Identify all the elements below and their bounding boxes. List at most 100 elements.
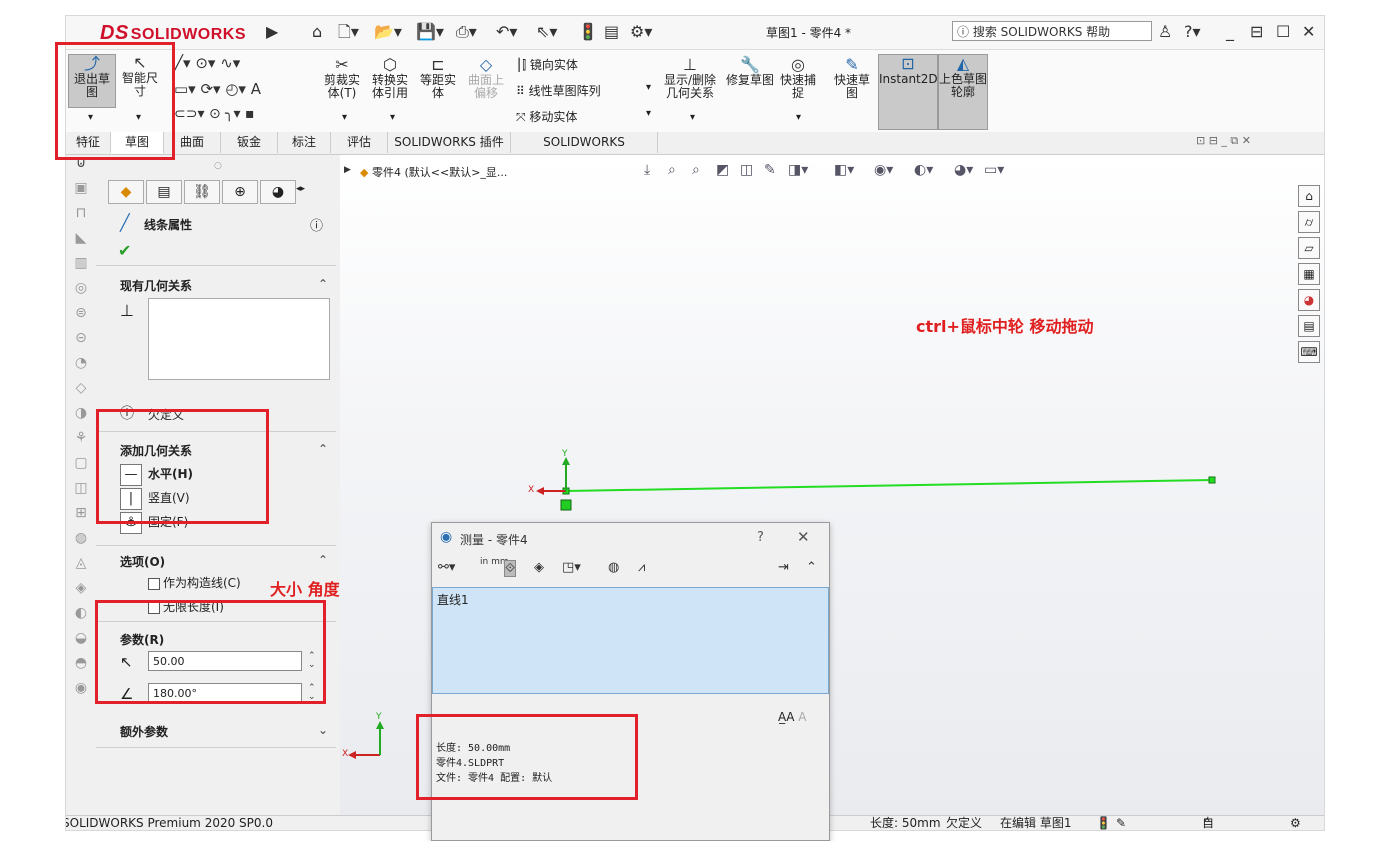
intersect-icon[interactable]: ◓ — [66, 655, 96, 680]
construction-checkbox[interactable]: 作为构造线(C) — [148, 574, 241, 591]
convert-dropdown-icon[interactable]: ▾ — [390, 112, 395, 123]
property-manager-tab-icon[interactable]: ▤ — [146, 180, 182, 204]
mirror-feature-icon[interactable]: ◫ — [66, 480, 96, 505]
panel-help-icon[interactable]: ⓘ — [310, 215, 323, 234]
file-properties-icon[interactable]: ▤ — [604, 22, 619, 42]
units-selector[interactable]: 自定义 ⌃ — [1202, 816, 1214, 830]
dimxpert-tab-icon[interactable]: ⊕ — [222, 180, 258, 204]
instant3d-icon[interactable]: ◈ — [66, 580, 96, 605]
dialog-help-icon[interactable]: ? — [757, 530, 764, 545]
slot-tool-icon[interactable]: ⊂⊃▾ ⊙ ╮▾ ▪ — [174, 106, 255, 122]
wrap-icon[interactable]: ◐ — [66, 605, 96, 630]
extrude-icon[interactable]: ▣ — [66, 180, 96, 205]
convert-entities-button[interactable]: ⬡ 转换实体引用 — [368, 56, 412, 100]
sensor-icon[interactable]: ⩘ — [638, 560, 645, 575]
close-icon[interactable]: ✕ — [1302, 22, 1315, 41]
print-icon[interactable]: ⎙▾ — [456, 22, 477, 42]
dome-icon[interactable]: ◒ — [66, 630, 96, 655]
measure-selection-list[interactable]: 直线1 — [432, 587, 829, 694]
collapse-add-icon[interactable]: ⌃ — [318, 442, 328, 456]
move-dropdown-icon[interactable]: ▾ — [646, 108, 651, 119]
rectangle-tool-icon[interactable]: ▭▾ ⟳▾ ◴▾ A — [174, 80, 261, 98]
measure-history-icon[interactable]: ◍ — [608, 560, 619, 575]
snaps-dropdown-icon[interactable]: ▾ — [796, 112, 801, 123]
save-icon[interactable]: 💾▾ — [416, 22, 444, 42]
move-entities-button[interactable]: ⤧ 移动实体 — [516, 108, 577, 125]
tab-solidworks-inspection[interactable]: SOLIDWORKS Inspection — [511, 132, 658, 170]
existing-relations-list[interactable] — [148, 298, 330, 380]
help-icon[interactable]: ?▾ — [1184, 22, 1201, 41]
chamfer-icon[interactable]: ◇ — [66, 380, 96, 405]
relations-dropdown-icon[interactable]: ▾ — [690, 112, 695, 123]
display-manager-tab-icon[interactable]: ◕ — [260, 180, 296, 204]
repair-sketch-button[interactable]: 🔧 修复草图 — [726, 56, 774, 87]
loft-icon[interactable]: ▥ — [66, 255, 96, 280]
tab-evaluate[interactable]: 评估 — [331, 132, 388, 153]
configuration-manager-tab-icon[interactable]: ⛓ — [184, 180, 220, 204]
restore-icon[interactable]: ⊟ — [1250, 22, 1263, 41]
collapse-options-icon[interactable]: ⌃ — [318, 553, 328, 567]
linear-pattern-button[interactable]: ⠿ 线性草图阵列 — [516, 82, 601, 99]
undo-icon[interactable]: ↶▾ — [496, 22, 517, 42]
help-search-input[interactable]: ⓘ 搜索 SOLIDWORKS 帮助 — [952, 21, 1152, 41]
home-icon[interactable]: ⌂ — [312, 22, 322, 42]
rebuild-status-icon[interactable]: 🚦 — [1096, 816, 1111, 830]
ribbon-pin-icon[interactable]: ⊡ ⊟ _ ⧉ ✕ — [1196, 134, 1251, 148]
rapid-sketch-button[interactable]: ✎ 快速草图 — [830, 56, 874, 100]
revolve-icon[interactable]: ⊓ — [66, 205, 96, 230]
pattern-feature-icon[interactable]: ⊞ — [66, 505, 96, 530]
select-icon[interactable]: ⇖▾ — [536, 22, 557, 42]
collapse-dialog-icon[interactable]: ⌃ — [806, 560, 817, 575]
trim-entities-button[interactable]: ✂ 剪裁实体(T) — [320, 56, 364, 100]
tab-markup[interactable]: 标注 — [278, 132, 331, 153]
display-delete-relations-button[interactable]: ⊥ 显示/删除几何关系 — [662, 56, 718, 100]
shell-icon[interactable]: ▢ — [66, 455, 96, 480]
minimize-icon[interactable]: _ — [1226, 22, 1234, 41]
xyz-delta-icon[interactable]: ⟐ — [504, 560, 517, 577]
open-icon[interactable]: 📂▾ — [374, 22, 402, 42]
expand-menu-icon[interactable]: ▶ — [266, 22, 278, 42]
tab-solidworks-addins[interactable]: SOLIDWORKS 插件 — [388, 132, 511, 153]
sketch-line[interactable] — [565, 479, 1213, 492]
ok-checkmark-icon[interactable]: ✔ — [118, 241, 131, 260]
tab-sheet-metal[interactable]: 钣金 — [221, 132, 278, 153]
line-tool-icon[interactable]: ╱▾ ⊙▾ ∿▾ — [174, 54, 240, 72]
options-gear-icon[interactable]: ⚙▾ — [630, 22, 652, 42]
hole-icon[interactable]: ⊝ — [66, 330, 96, 355]
tab-scroll-arrows-icon[interactable]: ◂▸ — [296, 184, 305, 194]
offset-on-surface-button[interactable]: ◇ 曲面上偏移 — [464, 56, 508, 100]
mirror-entities-button[interactable]: ⎮⫿ 镜向实体 — [516, 56, 578, 73]
draft-icon[interactable]: ⚘ — [66, 430, 96, 455]
instant2d-button[interactable]: ⊡ Instant2D — [878, 54, 938, 130]
cut-icon[interactable]: ⊜ — [66, 305, 96, 330]
new-document-icon[interactable]: 🗋▾ — [338, 22, 359, 42]
split-icon[interactable]: ◉ — [66, 680, 96, 705]
offset-entities-button[interactable]: ⊏ 等距实体 — [416, 56, 460, 100]
sketch-status-icon[interactable]: ✎ — [1116, 816, 1126, 830]
rib-icon[interactable]: ◑ — [66, 405, 96, 430]
pattern-dropdown-icon[interactable]: ▾ — [646, 82, 651, 93]
projection-icon[interactable]: ◳▾ — [562, 560, 581, 575]
reference-icon[interactable]: ◬ — [66, 555, 96, 580]
rebuild-icon[interactable]: 🚦 — [578, 22, 598, 42]
expand-extra-icon[interactable]: ⌄ — [318, 723, 328, 737]
shaded-sketch-contours-button[interactable]: ◭ 上色草图轮廓 — [938, 54, 988, 130]
fillet-icon[interactable]: ◔ — [66, 355, 96, 380]
feature-manager-tab-icon[interactable]: ◆ — [108, 180, 144, 204]
maximize-icon[interactable]: ☐ — [1276, 22, 1290, 41]
panel-grip-icon[interactable]: ○ — [214, 161, 222, 171]
status-settings-icon[interactable]: ⚙ — [1290, 816, 1301, 830]
font-size-icon[interactable]: A̲A A — [778, 710, 806, 724]
dialog-close-icon[interactable]: ✕ — [797, 528, 810, 546]
collapse-existing-icon[interactable]: ⌃ — [318, 277, 328, 291]
arc-circle-icon[interactable]: ⚯▾ — [438, 560, 455, 575]
trim-dropdown-icon[interactable]: ▾ — [342, 112, 347, 123]
boundary-icon[interactable]: ◎ — [66, 280, 96, 305]
pin-dialog-icon[interactable]: ⇥ — [778, 560, 789, 575]
point-to-point-icon[interactable]: ◈ — [534, 560, 544, 575]
curves-icon[interactable]: ◍ — [66, 530, 96, 555]
line-end-point[interactable] — [1208, 476, 1216, 484]
quick-snaps-button[interactable]: ◎ 快速捕捉 — [778, 56, 818, 100]
user-icon[interactable]: ♙ — [1158, 22, 1172, 41]
sweep-icon[interactable]: ◣ — [66, 230, 96, 255]
